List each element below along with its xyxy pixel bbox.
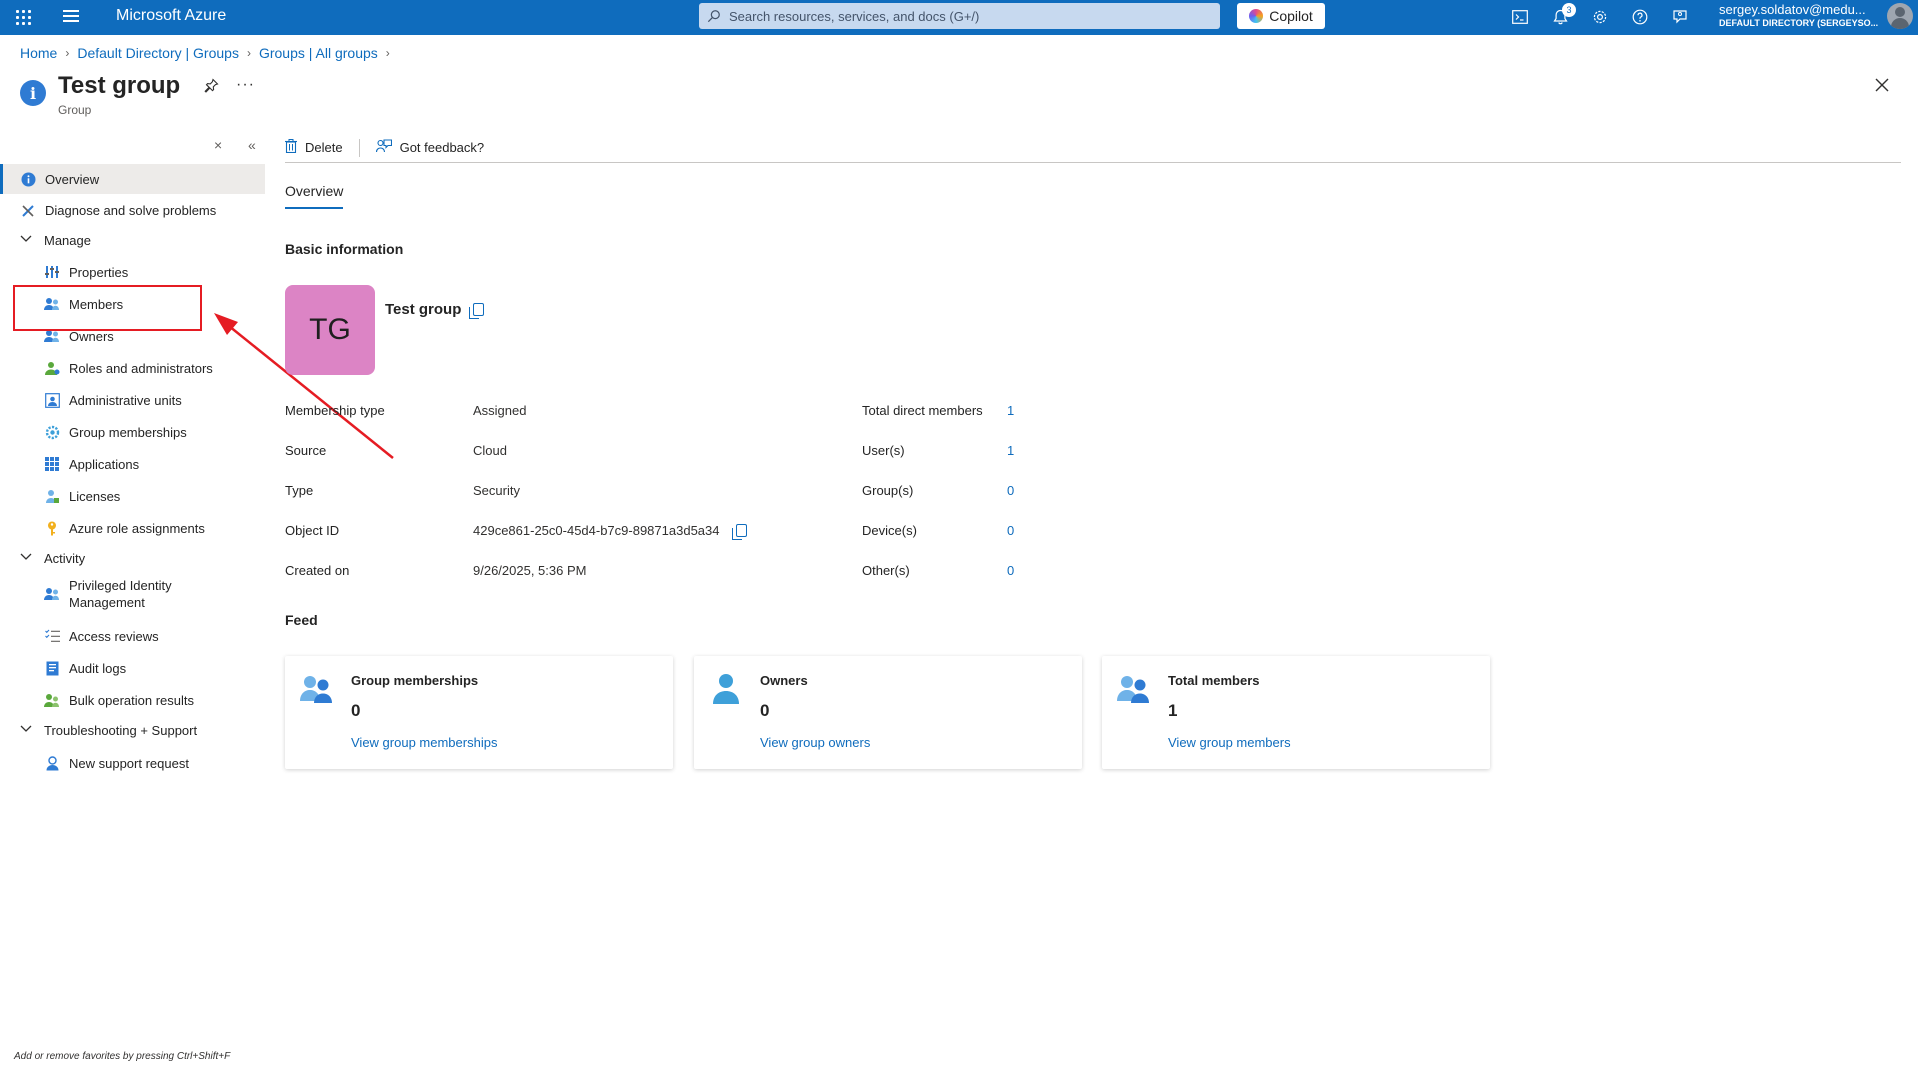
card-title: Owners [760, 673, 808, 688]
devices-link[interactable]: 0 [1007, 523, 1014, 538]
groups-label: Group(s) [862, 483, 914, 498]
delete-button[interactable]: Delete [285, 139, 343, 156]
group-name-text: Test group [385, 301, 462, 318]
delete-label: Delete [305, 140, 343, 155]
created-on-value: 9/26/2025, 5:36 PM [473, 563, 587, 578]
type-label: Type [285, 483, 314, 498]
feed-card-total-members: Total members 1 View group members [1102, 656, 1490, 769]
card-link[interactable]: View group memberships [351, 735, 497, 750]
card-value: 0 [351, 701, 361, 720]
users-icon [299, 671, 335, 707]
divider [358, 138, 360, 157]
feedback-label: Got feedback? [399, 140, 485, 155]
command-bar: Delete Got feedback? [285, 133, 1901, 163]
trash-icon [285, 139, 297, 156]
users-label: User(s) [862, 443, 905, 458]
others-link[interactable]: 0 [1007, 563, 1014, 578]
groups-link[interactable]: 0 [1007, 483, 1014, 498]
object-id-text: 429ce861-25c0-45d4-b7c9-89871a3d5a34 [473, 523, 720, 538]
others-label: Other(s) [862, 563, 910, 578]
users-link[interactable]: 1 [1007, 443, 1014, 458]
total-direct-members-label: Total direct members [862, 403, 983, 418]
group-avatar: TG [285, 285, 375, 375]
type-value: Security [473, 483, 520, 498]
created-on-label: Created on [285, 563, 350, 578]
group-name: Test group [385, 301, 485, 319]
copy-icon[interactable] [469, 303, 485, 319]
devices-label: Device(s) [862, 523, 917, 538]
object-id-label: Object ID [285, 523, 340, 538]
feedback-icon [375, 139, 392, 156]
feedback-button[interactable]: Got feedback? [375, 139, 485, 156]
card-link[interactable]: View group members [1168, 735, 1291, 750]
basic-information-heading: Basic information [285, 241, 404, 257]
card-title: Total members [1168, 673, 1260, 688]
favorites-hint: Add or remove favorites by pressing Ctrl… [14, 1051, 231, 1062]
card-link[interactable]: View group owners [760, 735, 870, 750]
feed-card-owners: Owners 0 View group owners [694, 656, 1082, 769]
card-value: 0 [760, 701, 770, 720]
tab-overview[interactable]: Overview [285, 183, 344, 209]
feed-card-group-memberships: Group memberships 0 View group membershi… [285, 656, 673, 769]
membership-type-value: Assigned [473, 403, 527, 418]
feed-heading: Feed [285, 612, 318, 628]
source-label: Source [285, 443, 327, 458]
users-icon [1116, 671, 1152, 707]
card-title: Group memberships [351, 673, 479, 688]
membership-type-label: Membership type [285, 403, 385, 418]
card-value: 1 [1168, 701, 1178, 720]
copy-icon[interactable] [731, 524, 747, 540]
source-value: Cloud [473, 443, 507, 458]
total-direct-members-link[interactable]: 1 [1007, 403, 1014, 418]
user-icon [708, 671, 744, 707]
object-id-value: 429ce861-25c0-45d4-b7c9-89871a3d5a34 [473, 523, 747, 540]
